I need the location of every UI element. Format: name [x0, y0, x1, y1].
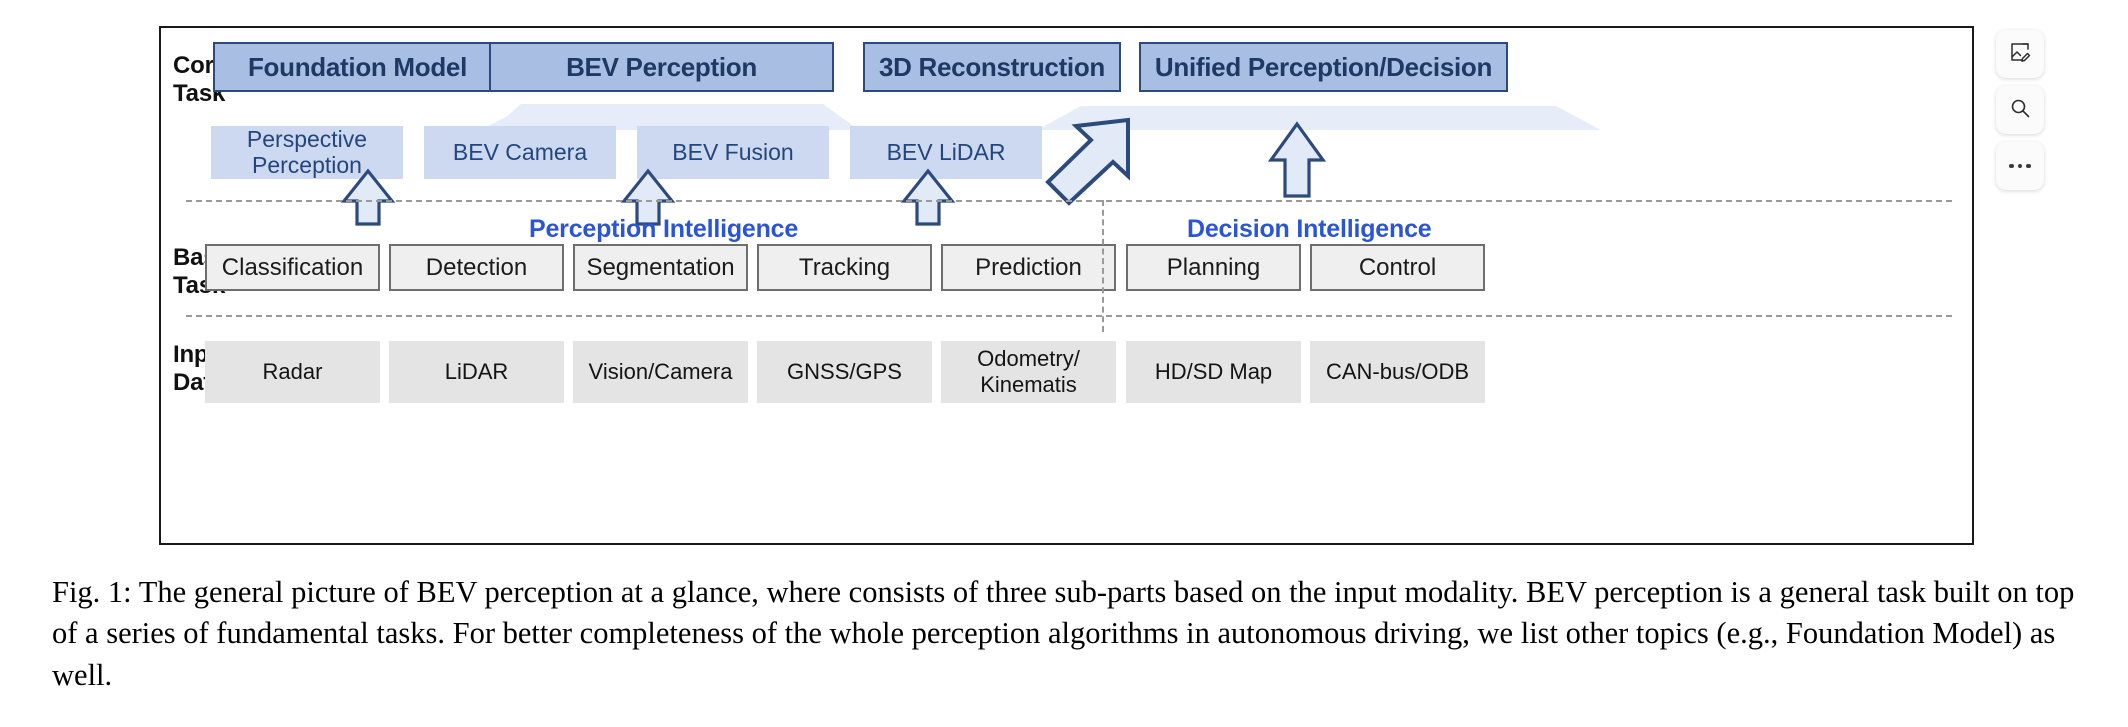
input-data-lidar[interactable]: LiDAR	[389, 341, 564, 403]
input-data-radar[interactable]: Radar	[205, 341, 380, 403]
input-data-can-bus-odb[interactable]: CAN-bus/ODB	[1310, 341, 1485, 403]
basic-task-detection[interactable]: Detection	[389, 244, 564, 291]
dashed-divider-upper	[186, 200, 1952, 202]
input-data-gnss-gps[interactable]: GNSS/GPS	[757, 341, 932, 403]
basic-task-tracking[interactable]: Tracking	[757, 244, 932, 291]
core-task-unified-perception-decision[interactable]: Unified Perception/Decision	[1139, 42, 1508, 92]
core-task-3d-reconstruction[interactable]: 3D Reconstruction	[863, 42, 1121, 92]
more-options-button[interactable]	[1996, 142, 2044, 190]
basic-task-planning[interactable]: Planning	[1126, 244, 1301, 291]
dashed-divider-vertical	[1102, 200, 1104, 332]
search-button[interactable]	[1996, 86, 2044, 134]
floating-toolbar	[1996, 30, 2052, 190]
label-perception-intelligence: Perception Intelligence	[529, 215, 799, 243]
basic-task-classification[interactable]: Classification	[205, 244, 380, 291]
input-data-hd-sd-map[interactable]: HD/SD Map	[1126, 341, 1301, 403]
diagonal-arrow-perception-to-decision	[1045, 117, 1130, 206]
sub-task-bev-camera[interactable]: BEV Camera	[424, 126, 616, 179]
core-task-bev-perception[interactable]: BEV Perception	[489, 42, 834, 92]
basic-task-prediction[interactable]: Prediction	[941, 244, 1116, 291]
figure-caption: Fig. 1: The general picture of BEV perce…	[52, 575, 2075, 692]
search-icon	[2008, 96, 2032, 125]
up-arrow-perspective-perception	[340, 168, 396, 226]
core-task-foundation-model[interactable]: Foundation Model	[213, 42, 502, 92]
input-data-vision-camera[interactable]: Vision/Camera	[573, 341, 748, 403]
image-edit-icon	[2008, 40, 2032, 69]
basic-task-segmentation[interactable]: Segmentation	[573, 244, 748, 291]
input-data-odometry-kinematis[interactable]: Odometry/ Kinematis	[941, 341, 1116, 403]
more-options-icon	[2009, 163, 2031, 169]
up-arrow-unified-decision	[1267, 121, 1327, 198]
label-decision-intelligence: Decision Intelligence	[1187, 215, 1432, 243]
image-edit-button[interactable]	[1996, 30, 2044, 78]
dashed-divider-lower	[186, 315, 1952, 317]
figure-frame: Core Task Basic Task Input Data Foundati…	[159, 26, 1974, 545]
up-arrow-bev-lidar	[900, 168, 956, 226]
basic-task-control[interactable]: Control	[1310, 244, 1485, 291]
